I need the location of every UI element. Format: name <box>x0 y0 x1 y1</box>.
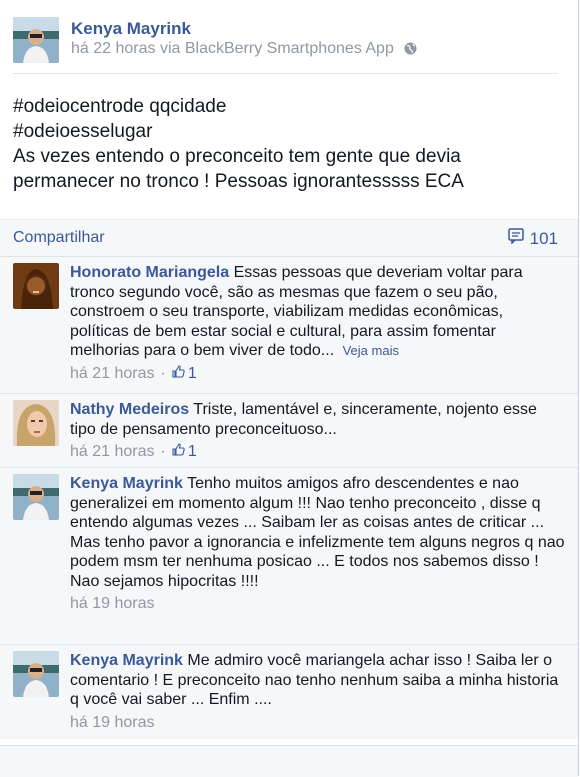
comment-item: Kenya Mayrink Tenho muitos amigos afro d… <box>0 467 578 644</box>
comment-meta: há 21 horas · 1 <box>70 443 565 461</box>
post-card: Kenya Mayrink há 22 horas via BlackBerry… <box>0 0 579 777</box>
post-line: #odeioesselugar <box>13 121 153 142</box>
comment-time[interactable]: há 19 horas <box>70 714 155 732</box>
post-timestamp[interactable]: há 22 horas via BlackBerry Smartphones A… <box>71 40 394 57</box>
comments-list: Honorato Mariangela Essas pessoas que de… <box>0 256 578 739</box>
commenter-name[interactable]: Nathy Medeiros <box>70 401 189 418</box>
post-line: As vezes entendo o preconceito tem gente… <box>13 146 461 167</box>
comment-icon <box>507 228 524 249</box>
globe-icon[interactable] <box>404 42 417 60</box>
comment-body: Kenya Mayrink Tenho muitos amigos afro d… <box>70 474 565 591</box>
thumbs-up-icon <box>172 443 185 461</box>
commenter-avatar[interactable] <box>13 651 59 697</box>
comment-count-value: 101 <box>529 228 558 248</box>
comment-body: Kenya Mayrink Me admiro você mariangela … <box>70 651 565 710</box>
commenter-avatar[interactable] <box>13 474 59 520</box>
comment-time[interactable]: há 19 horas <box>70 595 155 613</box>
comment-item: Kenya Mayrink Me admiro você mariangela … <box>0 644 578 739</box>
comment-body: Honorato Mariangela Essas pessoas que de… <box>70 263 565 361</box>
commenter-avatar[interactable] <box>13 263 59 309</box>
author-avatar[interactable] <box>13 17 59 63</box>
separator-dot: · <box>160 443 166 460</box>
like-count-value: 1 <box>187 443 197 460</box>
post-line: permanecer no tronco ! Pessoas ignorante… <box>13 171 464 192</box>
comment-meta: há 21 horas · 1 <box>70 365 565 383</box>
comment-meta: há 19 horas <box>70 595 565 613</box>
see-more-link[interactable]: Veja mais <box>343 343 399 358</box>
post-actions-bar: Compartilhar 101 <box>0 219 578 257</box>
share-link[interactable]: Compartilhar <box>13 229 105 247</box>
comment-meta: há 19 horas <box>70 714 565 732</box>
commenter-name[interactable]: Honorato Mariangela <box>70 264 229 281</box>
commenter-name[interactable]: Kenya Mayrink <box>70 652 183 669</box>
comment-item: Honorato Mariangela Essas pessoas que de… <box>0 256 578 393</box>
like-count-value: 1 <box>187 364 197 382</box>
commenter-avatar[interactable] <box>13 400 59 446</box>
comment-time[interactable]: há 21 horas <box>70 443 155 461</box>
comment-time[interactable]: há 21 horas <box>70 365 155 383</box>
like-count[interactable]: 1 <box>172 443 197 461</box>
header-divider <box>13 73 558 74</box>
comment-item: Nathy Medeiros Triste, lamentável e, sin… <box>0 393 578 467</box>
comment-body: Nathy Medeiros Triste, lamentável e, sin… <box>70 400 565 439</box>
comment-footer-bar <box>0 745 578 777</box>
thumbs-up-icon <box>172 364 185 383</box>
comment-count[interactable]: 101 <box>507 228 558 249</box>
separator-dot: · <box>160 364 166 382</box>
post-meta: há 22 horas via BlackBerry Smartphones A… <box>71 40 417 60</box>
post-line: #odeiocentrode qqcidade <box>13 96 227 117</box>
post-content: #odeiocentrode qqcidade #odeioesselugar … <box>13 94 568 194</box>
like-count[interactable]: 1 <box>172 365 197 383</box>
commenter-name[interactable]: Kenya Mayrink <box>70 475 183 492</box>
comment-text-continued: Mas tenho pavor a ignorancia e infelizme… <box>70 533 565 590</box>
post-header: Kenya Mayrink há 22 horas via BlackBerry… <box>13 17 573 67</box>
author-name[interactable]: Kenya Mayrink <box>71 19 191 39</box>
